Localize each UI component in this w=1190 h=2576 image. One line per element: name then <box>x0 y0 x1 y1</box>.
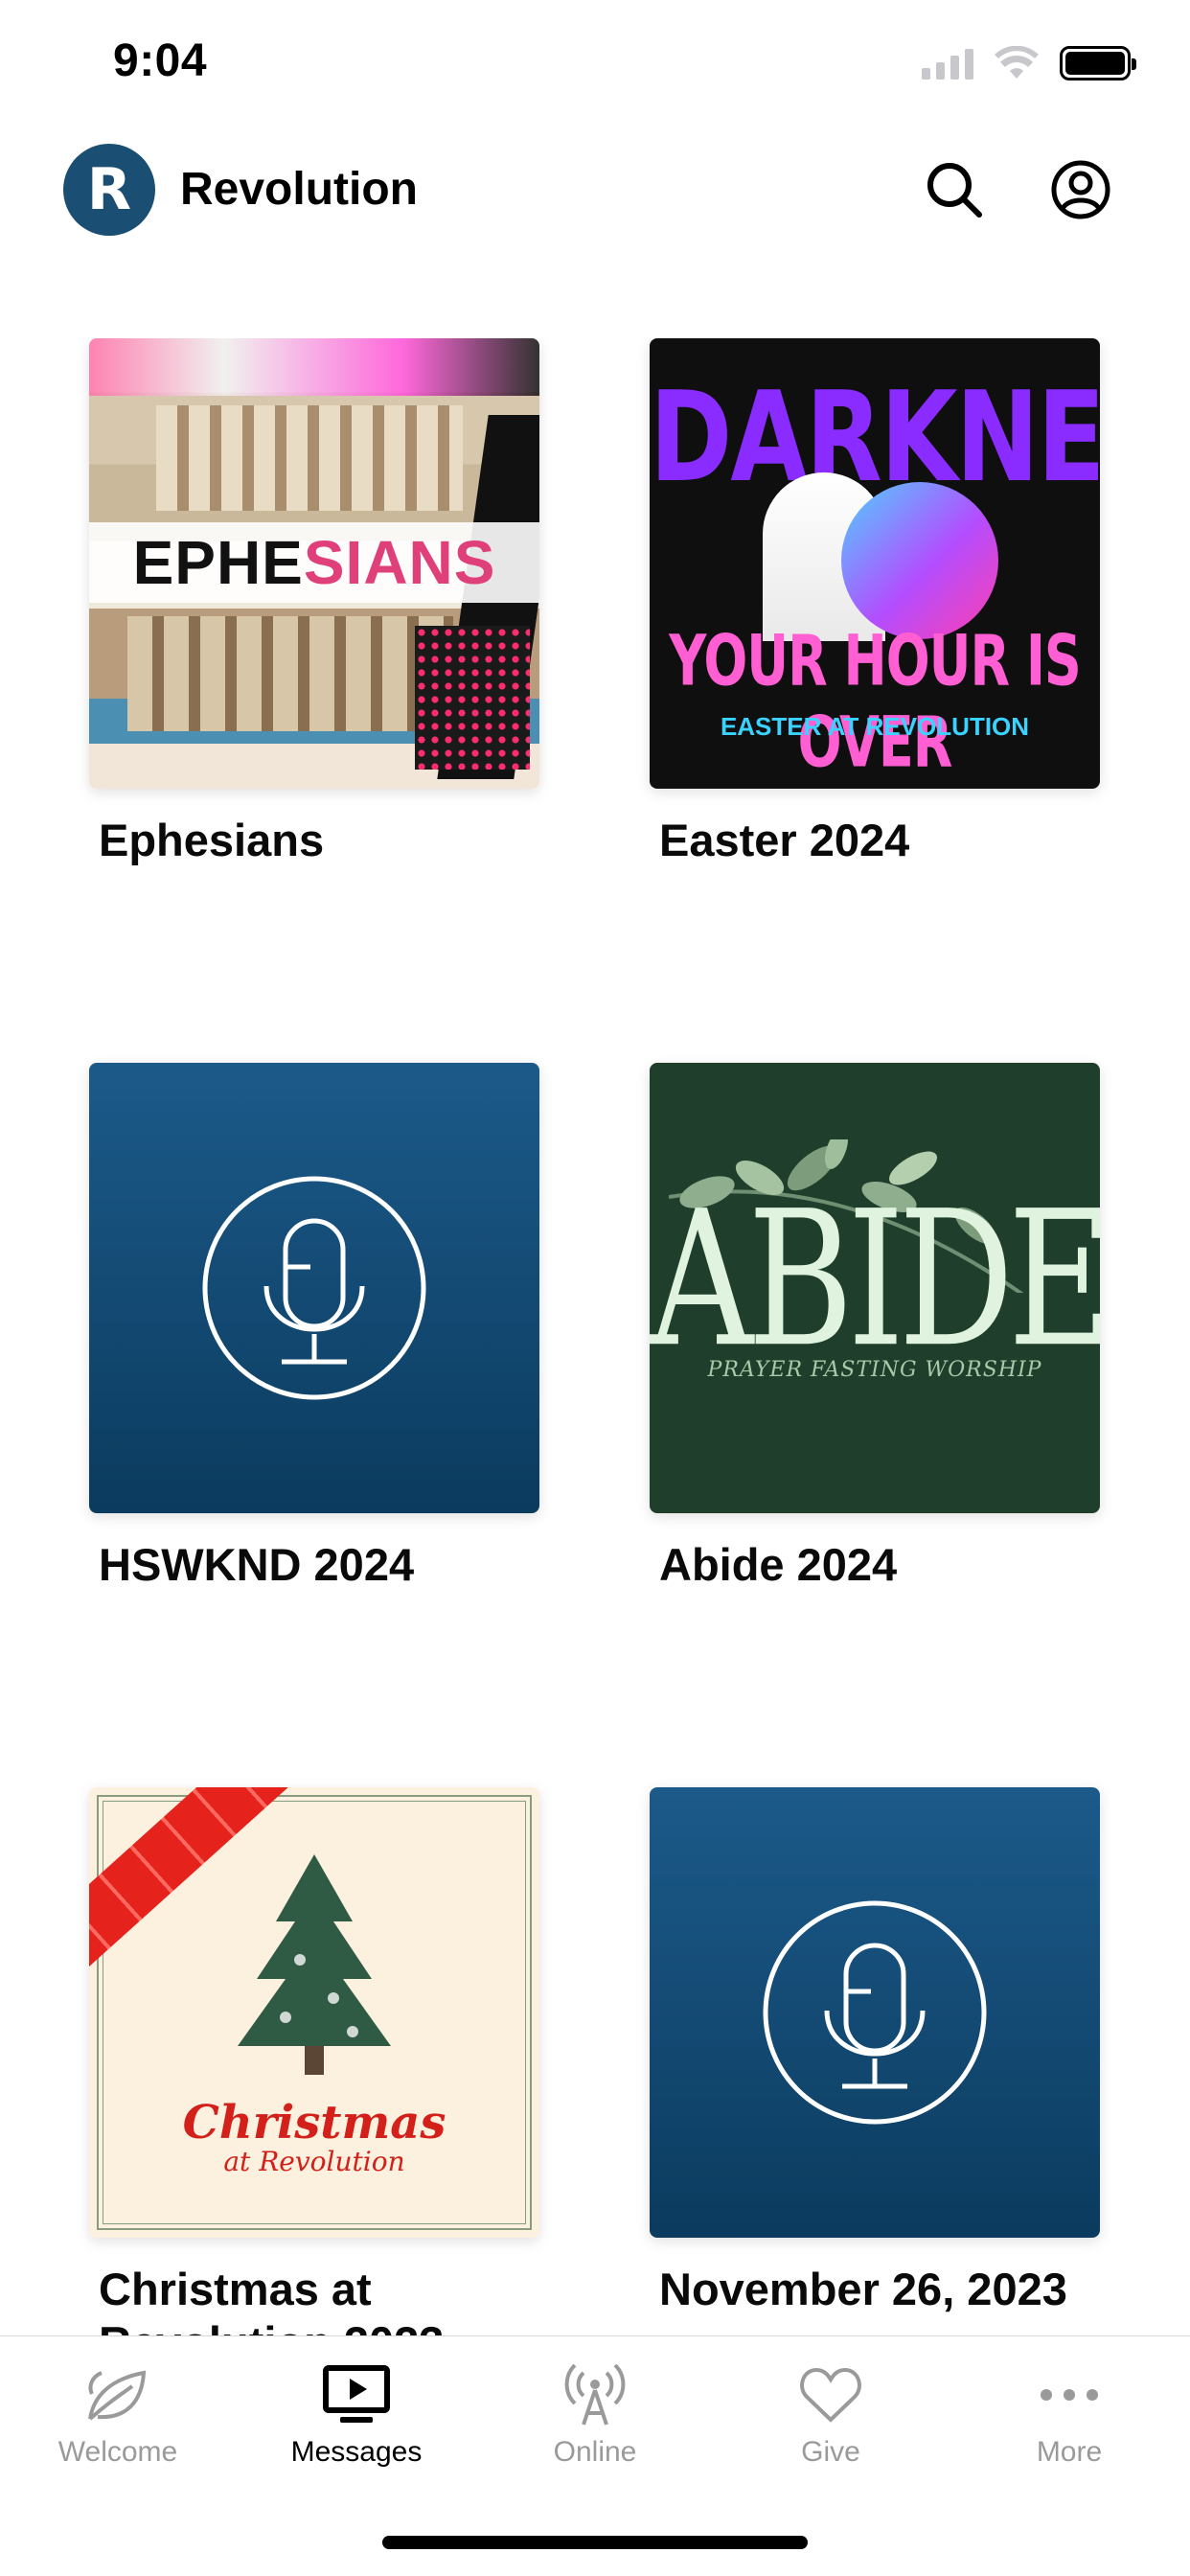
tab-messages[interactable]: Messages <box>261 2361 452 2469</box>
tv-play-icon <box>323 2365 390 2423</box>
microphone-icon <box>202 1176 426 1400</box>
tab-online[interactable]: Online <box>499 2361 691 2469</box>
status-icons <box>922 46 1136 80</box>
series-title: HSWKND 2024 <box>99 1539 415 1590</box>
series-artwork: Christmas at Revolution <box>89 1787 539 2238</box>
artwork-text: PRAYER FASTING WORSHIP <box>707 1358 1042 1382</box>
series-title: Ephesians <box>99 815 325 865</box>
status-time: 9:04 <box>113 35 208 86</box>
series-title: Christmas at Revolution 2023 <box>99 2264 444 2336</box>
tab-more[interactable]: More <box>973 2361 1165 2469</box>
microphone-icon <box>763 1900 987 2125</box>
tab-welcome[interactable]: Welcome <box>22 2361 214 2469</box>
series-artwork: DARKNESS YOUR HOUR IS OVER EASTER AT REV… <box>650 338 1100 789</box>
artwork-text: DARKNESS <box>650 363 1100 511</box>
tab-label: Welcome <box>57 2436 178 2468</box>
series-title: Easter 2024 <box>659 815 910 865</box>
christmas-tree-icon <box>238 1854 391 2075</box>
home-indicator <box>382 2536 808 2549</box>
search-icon <box>927 163 982 218</box>
broadcast-antenna-icon <box>564 2363 626 2426</box>
profile-button[interactable] <box>1042 151 1119 228</box>
series-card[interactable]: Christmas at Revolution Christmas at Rev… <box>89 1787 539 2336</box>
series-card[interactable]: HSWKND 2024 <box>89 1063 539 1592</box>
artwork-text: EPHESIANS <box>89 522 539 603</box>
more-dots-icon <box>1041 2389 1098 2401</box>
series-title: Abide 2024 <box>659 1539 898 1590</box>
artwork-text: ABIDE <box>650 1171 1100 1390</box>
tab-label: Online <box>553 2436 637 2468</box>
artwork-text: EASTER AT REVOLUTION <box>720 712 1030 741</box>
app-logo: R <box>63 144 155 236</box>
artwork-text: YOUR HOUR IS OVER <box>669 619 1082 784</box>
battery-icon <box>1060 46 1136 80</box>
series-card[interactable]: DARKNESS YOUR HOUR IS OVER EASTER AT REV… <box>650 338 1100 867</box>
artwork-text: at Revolution <box>223 2146 405 2177</box>
series-title: November 26, 2023 <box>659 2264 1067 2314</box>
app-title: Revolution <box>180 164 418 215</box>
artwork-text: Christmas <box>182 2096 446 2150</box>
tab-label: Give <box>801 2436 860 2468</box>
status-bar: 9:04 <box>0 0 1190 134</box>
tab-label: More <box>1036 2436 1103 2468</box>
tab-label: Messages <box>290 2436 423 2468</box>
heart-icon <box>800 2367 861 2423</box>
series-artwork: ABIDE PRAYER FASTING WORSHIP <box>650 1063 1100 1513</box>
series-artwork <box>650 1787 1100 2238</box>
cellular-signal-icon <box>922 47 973 80</box>
account-circle-icon <box>1051 160 1110 219</box>
series-card[interactable]: ABIDE PRAYER FASTING WORSHIP Abide 2024 <box>650 1063 1100 1592</box>
series-artwork <box>89 1063 539 1513</box>
series-card[interactable]: EPHESIANS Ephesians <box>89 338 539 867</box>
wifi-icon <box>995 46 1039 79</box>
app-header: R Revolution <box>0 134 1190 249</box>
series-artwork: EPHESIANS <box>89 338 539 789</box>
search-button[interactable] <box>916 151 993 228</box>
series-card[interactable]: November 26, 2023 <box>650 1787 1100 2316</box>
series-grid: EPHESIANS Ephesians DARKNESS YOUR HOUR I… <box>0 338 1190 2336</box>
leaf-icon <box>88 2370 147 2421</box>
tab-give[interactable]: Give <box>735 2361 927 2469</box>
